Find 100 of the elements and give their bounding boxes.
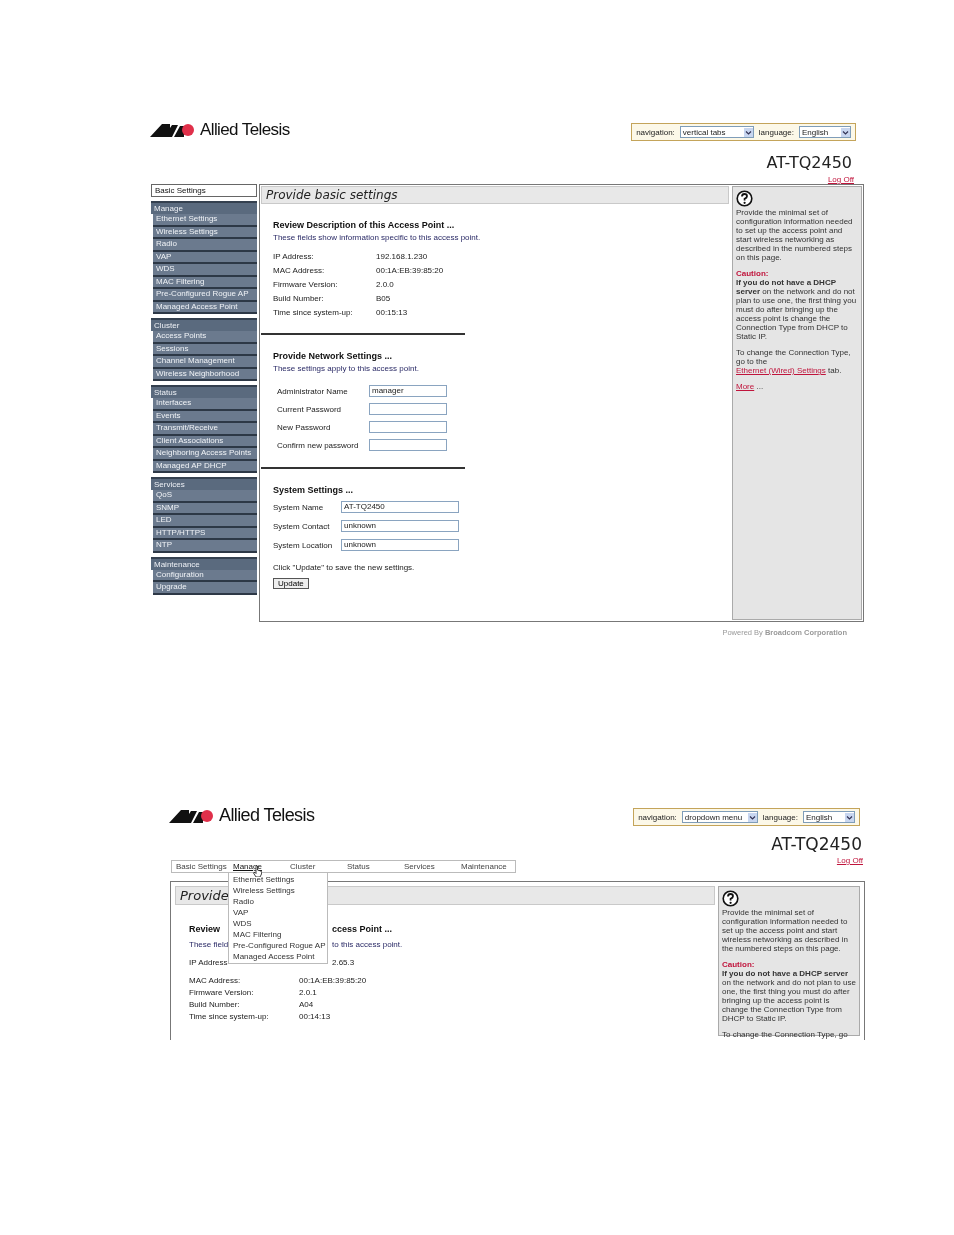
brand-name: Allied Telesis [200,120,290,140]
log-off-link[interactable]: Log Off [146,175,854,184]
field-label: Build Number: [273,294,325,303]
menu-item[interactable]: Wireless Settings [229,885,325,896]
sidebar-item[interactable]: Transmit/Receive [153,423,257,436]
logo-icon [150,123,196,137]
section-note: These fields show information specific to this access point. [273,233,482,242]
input-field[interactable] [369,403,447,415]
menu-item[interactable]: VAP [229,907,325,918]
field-value: 2.65.3 [332,958,356,967]
menu-item[interactable]: MAC Filtering [229,929,325,940]
nav-tab[interactable]: Basic Settings [172,861,229,872]
update-button[interactable]: Update [273,578,309,589]
field-value: 192.168.1.230 [376,252,429,261]
caution-text: If you do not have a DHCP server on the network and do not plan to use one, the first thing you must do after bringing up the access point is change the Connection Type from DHCP to Static IP. [736,278,858,341]
nav-tab[interactable]: Cluster [286,861,343,872]
nav-tab[interactable]: Services [400,861,457,872]
sidebar-item[interactable]: Ethernet Settings [153,214,257,227]
section-note: to this access point. [332,940,404,949]
field-value: 00:1A:EB:39:85:20 [376,266,445,275]
input-field[interactable]: AT-TQ2450 [341,501,459,513]
caret-icon [845,812,854,822]
sidebar-item[interactable]: Pre-Configured Rogue AP [153,289,257,302]
more-link[interactable]: More [736,382,755,391]
language-select[interactable]: English [803,811,855,823]
sidebar-item[interactable]: LED [153,515,257,528]
field-label: Time since system-up: [189,1012,270,1021]
page-title: Provide basic settings [266,188,398,202]
caret-icon [841,127,850,137]
sidebar-item[interactable]: NTP [153,540,257,553]
caret-icon [743,127,753,137]
field-label: Current Password [277,404,343,414]
help-icon [722,890,739,907]
section-heading: Review [189,924,222,934]
field-value: A04 [299,1000,315,1009]
menu-item[interactable]: WDS [229,918,325,929]
menu-item[interactable]: Ethernet Settings [229,874,325,885]
help-text: Provide the minimal set of configuration information needed to set up the access point and start wireless networking as described in the numbered steps on this page. [736,208,854,262]
section-heading: Review Description of this Access Point ... [273,220,456,230]
field-label: IP Address [189,958,229,967]
brand-name: Allied Telesis [219,805,315,826]
sidebar-item[interactable]: Neighboring Access Points [153,448,257,461]
field-label: New Password [277,422,332,432]
sidebar-item[interactable]: WDS [153,264,257,277]
sidebar-item[interactable]: Services [151,477,257,490]
field-label: MAC Address: [189,976,242,985]
sidebar-item[interactable]: Upgrade [153,582,257,595]
language-label: language: [758,127,794,137]
section-note: These settings apply to this access point. [273,364,420,373]
menu-item[interactable]: Radio [229,896,325,907]
field-label: Time since system-up: [273,308,354,317]
sidebar-item[interactable]: Maintenance [151,556,257,570]
field-value: 00:1A:EB:39:85:20 [299,976,368,985]
caret-icon [747,812,757,822]
help-icon [736,190,753,207]
field-label: System Name [273,502,325,512]
settings-link[interactable]: Ethernet (Wired) Settings [736,366,826,375]
help-text: Provide the minimal set of configuration information needed to set up the access point and start wireless networking as described in the numbered steps on this page. [722,908,849,953]
help-text: To change the Connection Type, go to the Ethernet (Wired) Settings tab. [736,348,852,375]
section-heading: ccess Point ... [332,924,394,934]
menu-item[interactable]: Pre-Configured Rogue AP [229,940,325,951]
input-field[interactable]: manager [369,385,447,397]
sidebar-item[interactable]: Status [151,385,257,398]
ellipsis-text: ... [756,382,764,391]
sidebar-item[interactable]: Access Points [153,331,257,344]
log-off-link[interactable]: Log Off [836,856,863,865]
language-label: language: [762,812,798,822]
sidebar-item[interactable]: Channel Management [153,356,257,369]
language-select[interactable]: English [799,126,851,138]
menu-item[interactable]: Managed Access Point [229,951,325,962]
sidebar-item[interactable]: Radio [153,239,257,252]
input-field[interactable]: unknown [341,520,459,532]
caution-text: If you do not have a DHCP server on the network and do not plan to use one, the first thing you must do after bringing up the access point is change the Connection Type from DHCP to Static IP. [722,969,856,1023]
field-value: B05 [376,294,392,303]
field-label: Firmware Version: [273,280,339,289]
section-heading: Provide Network Settings ... [273,351,394,361]
help-text: To change the Connection Type, go [722,1030,849,1039]
sidebar-item[interactable]: QoS [153,490,257,503]
sidebar-item[interactable]: Cluster [151,318,257,331]
navigation-label: navigation: [636,127,675,137]
field-label: System Contact [273,521,331,531]
input-field[interactable]: unknown [341,539,459,551]
field-value: 2.0.1 [299,988,318,997]
input-field[interactable] [369,439,447,451]
field-label: MAC Address: [273,266,326,275]
section-note: These field [189,940,229,949]
caution-label: Caution: [736,269,770,278]
field-label: IP Address: [273,252,315,261]
nav-tab[interactable]: Maintenance [457,861,514,872]
model-name: AT-TQ2450 [770,834,862,854]
sidebar-item[interactable]: Basic Settings [151,184,257,197]
nav-tab[interactable]: Status [343,861,400,872]
navigation-select[interactable]: dropdown menu [681,811,758,823]
field-value: 00:15:13 [376,308,409,317]
input-field[interactable] [369,421,447,433]
navigation-select[interactable]: vertical tabs [679,126,754,138]
sidebar-item[interactable]: Manage [151,201,257,214]
navigation-label: navigation: [638,812,677,822]
field-label: Firmware Version: [189,988,255,997]
sidebar-item[interactable]: Interfaces [153,398,257,411]
